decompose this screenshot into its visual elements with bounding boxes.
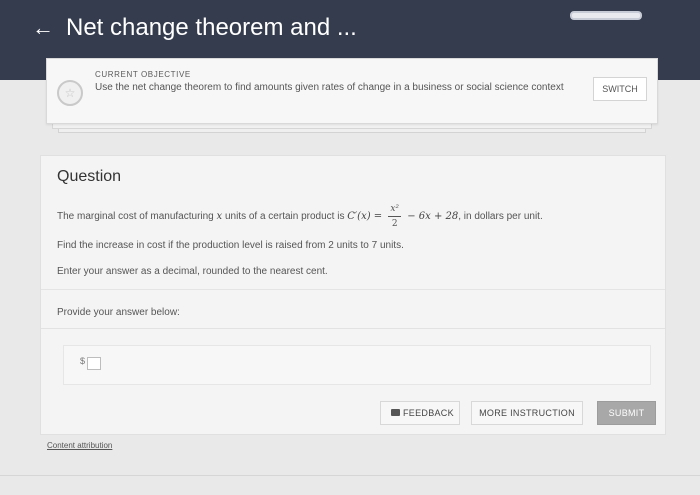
fraction-numerator: x²: [388, 202, 402, 217]
card-stack-edge: [58, 129, 646, 133]
page-title: Net change theorem and ...: [66, 14, 357, 41]
formula-rhs: − 6x + 28: [404, 211, 459, 223]
question-card: Question The marginal cost of manufactur…: [40, 155, 666, 435]
objective-label: CURRENT OBJECTIVE: [95, 70, 191, 79]
question-text-part: The marginal cost of manufacturing: [57, 211, 217, 223]
question-instruction: Find the increase in cost if the product…: [57, 240, 404, 251]
card-stack-edge: [52, 124, 652, 129]
question-text-part: units of a certain product is: [222, 211, 348, 223]
formula-lhs: C′(x) =: [347, 211, 386, 223]
objective-text: Use the net change theorem to find amoun…: [95, 82, 564, 93]
switch-button[interactable]: SWITCH: [593, 77, 647, 101]
more-instruction-button[interactable]: MORE INSTRUCTION: [471, 401, 583, 425]
star-icon: ☆: [57, 80, 83, 106]
question-text-part: , in dollars per unit.: [458, 211, 543, 223]
progress-pill: [570, 11, 642, 20]
feedback-button[interactable]: FEEDBACK: [380, 401, 460, 425]
content-attribution-link[interactable]: Content attribution: [47, 441, 112, 450]
question-heading: Question: [57, 168, 122, 185]
fraction-denominator: 2: [391, 219, 398, 229]
rounding-instruction: Enter your answer as a decimal, rounded …: [57, 266, 328, 277]
submit-button[interactable]: SUBMIT: [597, 401, 656, 425]
answer-area: $: [63, 345, 651, 385]
divider: [41, 328, 665, 329]
feedback-label: FEEDBACK: [403, 408, 454, 418]
feedback-icon: [391, 409, 400, 416]
fraction: x² 2: [388, 202, 402, 231]
answer-input[interactable]: [87, 357, 101, 370]
question-text: The marginal cost of manufacturing x uni…: [57, 202, 647, 231]
footer-divider: [0, 475, 700, 476]
currency-symbol: $: [80, 356, 86, 366]
back-arrow-icon[interactable]: ←: [32, 16, 56, 40]
divider: [41, 289, 665, 290]
provide-answer-label: Provide your answer below:: [57, 307, 180, 318]
current-objective-card: ☆ CURRENT OBJECTIVE Use the net change t…: [46, 58, 658, 124]
